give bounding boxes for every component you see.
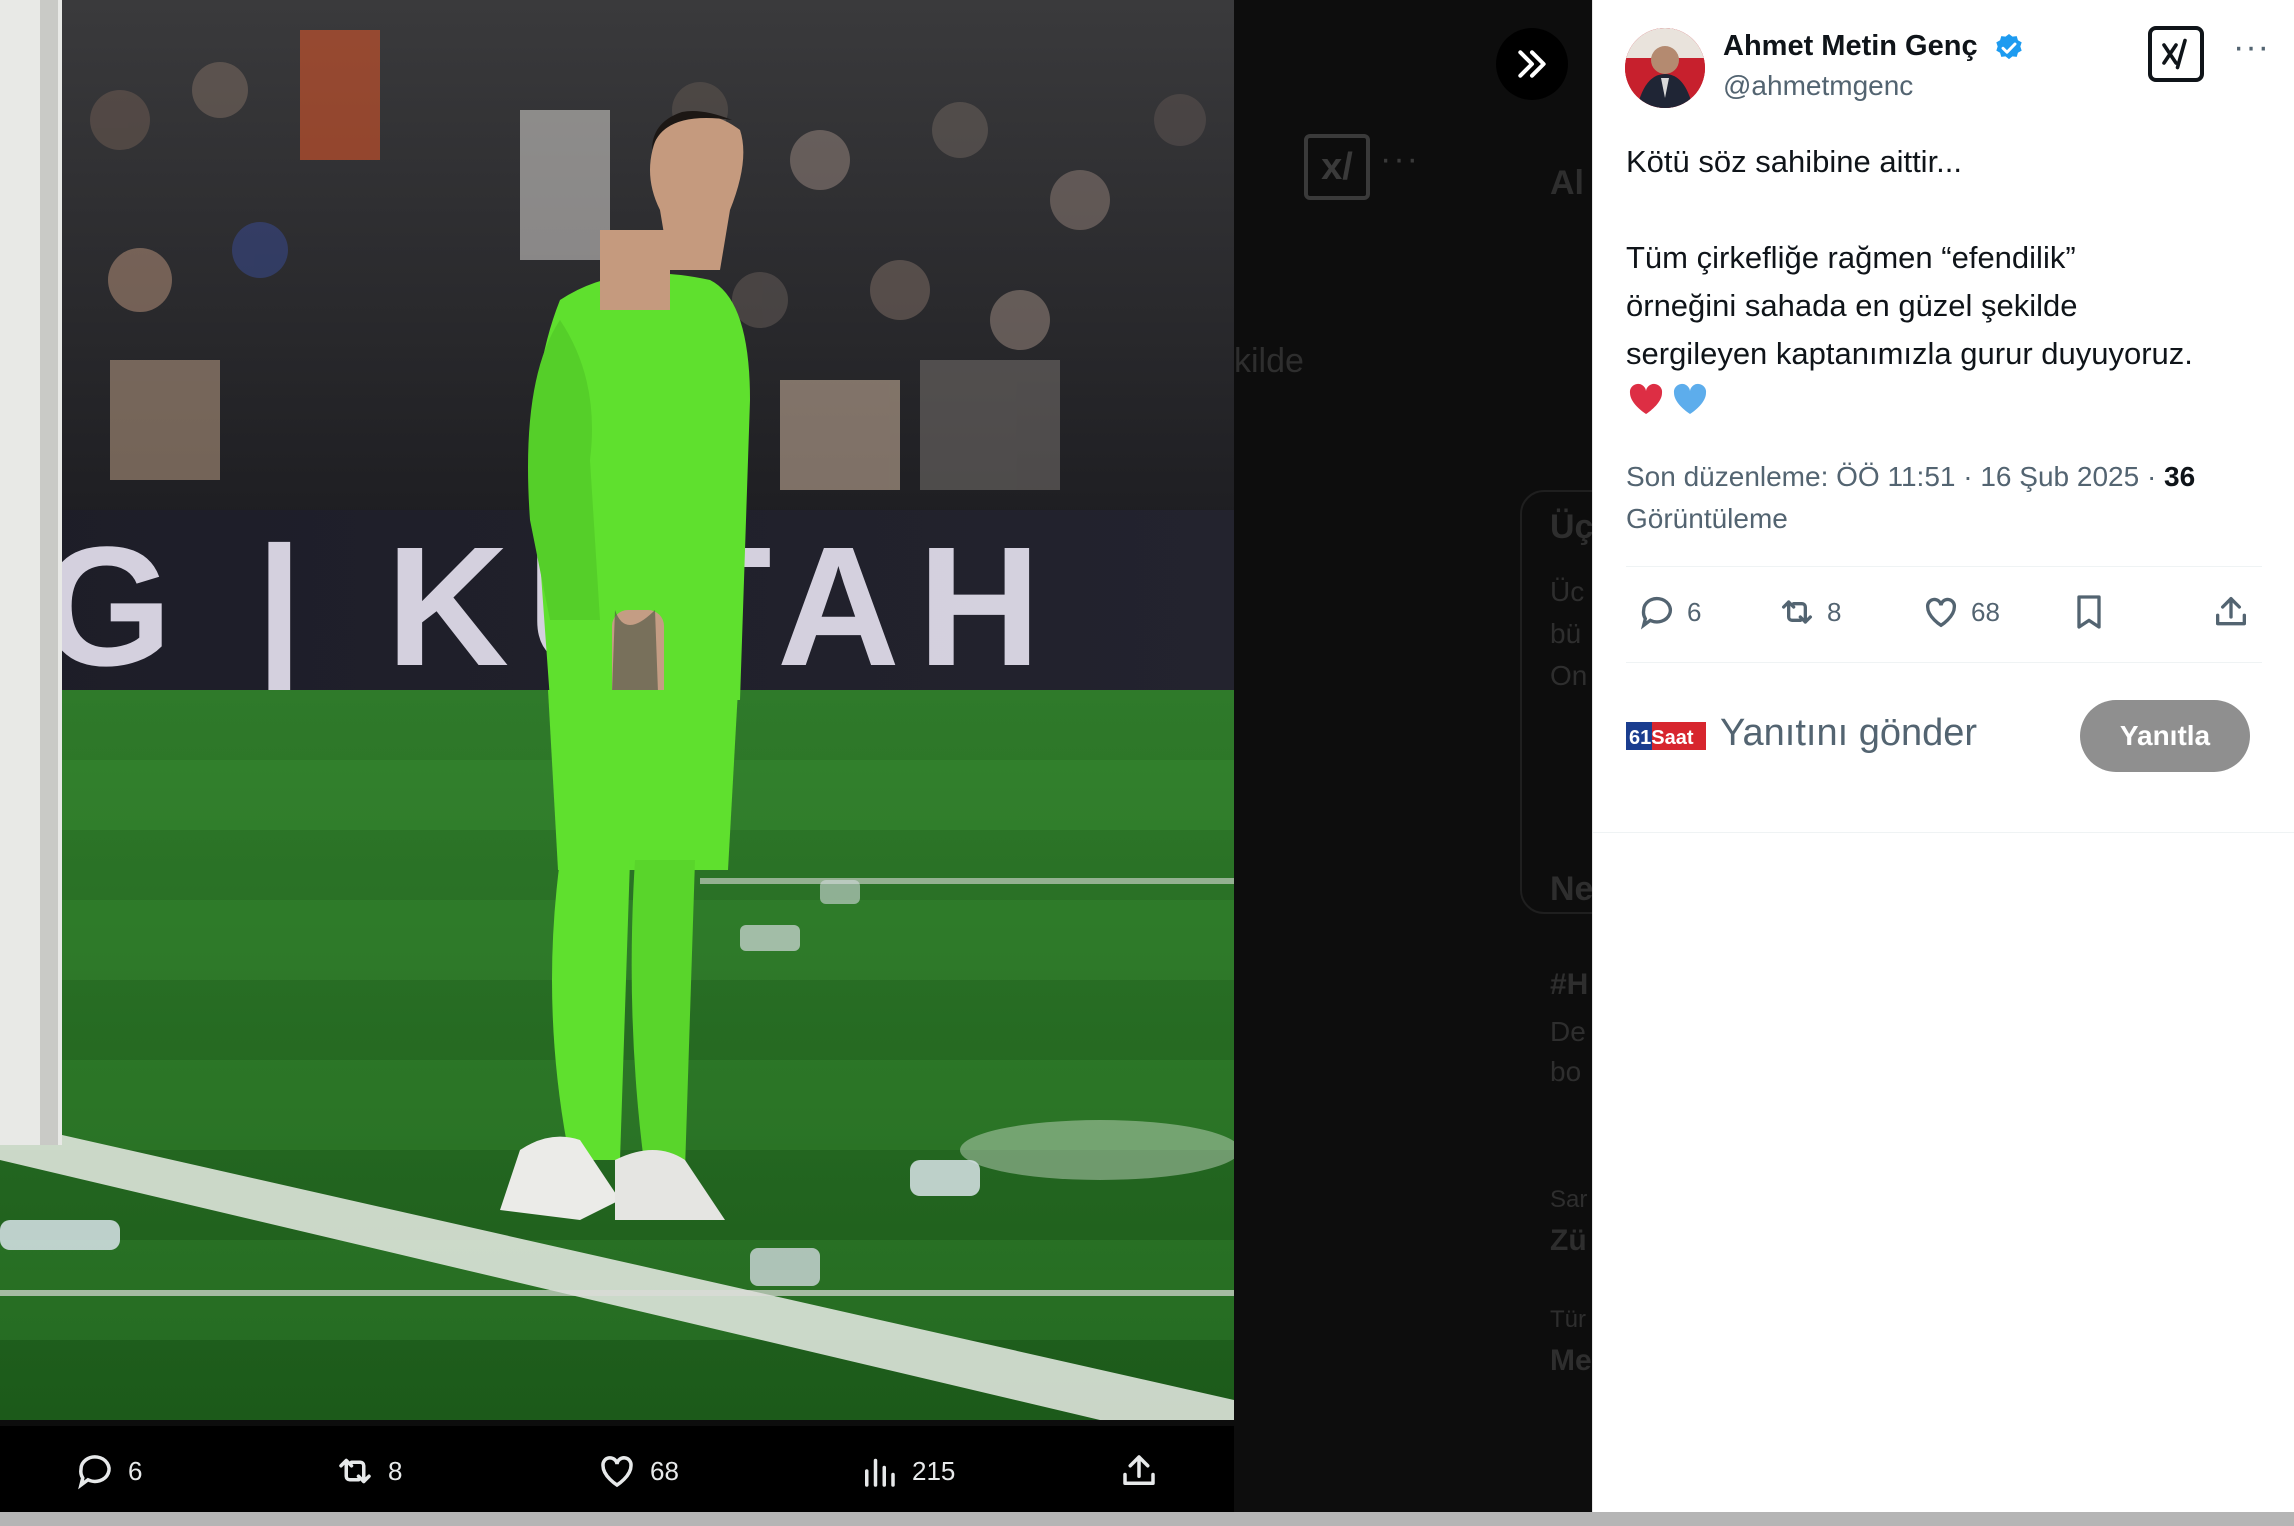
reply-button[interactable]: 6	[1637, 592, 1701, 632]
viewer-retweet-button[interactable]: 8	[334, 1450, 402, 1492]
author-handle[interactable]: @ahmetmgenc	[1723, 70, 1913, 102]
analytics-icon	[865, 1458, 895, 1487]
tweet-text-line: Kötü söz sahibine aittir...	[1626, 144, 1963, 179]
media-viewer: Al kilde Üç Üc bü On Ne #H De bo Sar Zü …	[0, 0, 1592, 1526]
like-count: 68	[1971, 596, 2000, 627]
ghost-text: #H	[1550, 968, 1589, 1001]
ghost-text: Ne	[1550, 870, 1592, 908]
ghost-text: Üc	[1550, 576, 1585, 607]
author-name[interactable]: Ahmet Metin Genç	[1723, 30, 1978, 63]
ghost-text: bü	[1550, 618, 1582, 649]
share-icon	[1123, 1455, 1155, 1485]
ghost-text: Sar	[1550, 1186, 1588, 1213]
tweet-text-line: Tüm çirkefliğe rağmen “efendilik”	[1626, 240, 2076, 275]
more-options-button[interactable]: ···	[2233, 28, 2270, 67]
ghost-text: Al	[1550, 164, 1584, 202]
divider	[1626, 566, 2262, 567]
tweet-meta: Son düzenleme: ÖÖ 11:51 · 16 Şub 2025 · …	[1626, 456, 2266, 540]
ghost-text: Me	[1550, 1344, 1592, 1377]
goalkeeper-photo: G | KUTAH	[0, 0, 1234, 1420]
retweet-icon	[1782, 600, 1812, 624]
double-chevron-right-icon	[1518, 50, 1546, 78]
tweet-panel: Ahmet Metin Genç @ahmetmgenc ··· Kötü sö…	[1592, 0, 2294, 1526]
grok-button[interactable]	[2148, 26, 2204, 82]
tweet-text: Kötü söz sahibine aittir... Tüm çirkefli…	[1626, 138, 2276, 378]
share-button[interactable]	[2211, 592, 2251, 632]
expand-button[interactable]	[1496, 28, 1568, 100]
reply-icon	[1640, 596, 1672, 630]
site-logo: 61Saat	[1626, 718, 1706, 754]
tweet-text-line: sergileyen kaptanımızla gurur duyuyoruz.	[1626, 336, 2193, 371]
ghost-text: On	[1550, 660, 1588, 691]
bookmark-button[interactable]	[2069, 592, 2109, 632]
like-button[interactable]: 68	[1921, 592, 2000, 632]
reply-input[interactable]: Yanıtını gönder	[1720, 712, 1977, 755]
reply-icon	[78, 1455, 111, 1490]
viewer-like-count: 68	[650, 1455, 679, 1486]
verified-badge-icon	[1996, 34, 2022, 60]
heart-icon	[601, 1456, 633, 1488]
retweet-icon	[339, 1458, 371, 1484]
viewer-like-button[interactable]: 68	[596, 1450, 679, 1492]
ghost-text: Zü	[1550, 1224, 1587, 1257]
bookmark-icon	[2077, 595, 2101, 629]
ghost-text: De	[1550, 1016, 1586, 1047]
ghost-grok-icon: x/	[1304, 134, 1370, 200]
window-bottom-edge	[0, 1512, 2294, 1526]
views-label: Görüntüleme	[1626, 503, 1788, 534]
ghost-text: Tür	[1550, 1306, 1586, 1333]
viewer-reply-button[interactable]: 6	[74, 1450, 142, 1492]
views-count: 36	[2164, 461, 2196, 492]
viewer-views-count: 215	[912, 1455, 956, 1486]
background-tweet-ghost: Al kilde Üç Üc bü On Ne #H De bo Sar Zü …	[1230, 110, 1592, 1526]
viewer-action-bar: 6 8 68 215	[0, 1426, 1234, 1526]
ghost-text: bo	[1550, 1056, 1582, 1087]
ghost-text: Üç	[1550, 508, 1592, 546]
divider	[1626, 662, 2262, 663]
ghost-text: kilde	[1234, 342, 1304, 380]
reply-composer: 61Saat Yanıtını gönder Yanıtla	[1626, 700, 2266, 772]
viewer-reply-count: 6	[128, 1455, 143, 1486]
grok-icon	[2162, 38, 2187, 70]
edit-timestamp[interactable]: Son düzenleme: ÖÖ 11:51 · 16 Şub 2025 ·	[1626, 461, 2164, 492]
reply-submit-button[interactable]: Yanıtla	[2080, 700, 2250, 772]
share-icon	[2216, 597, 2246, 626]
retweet-button[interactable]: 8	[1777, 592, 1841, 632]
viewer-share-button[interactable]	[1118, 1450, 1160, 1492]
viewer-retweet-count: 8	[388, 1455, 403, 1486]
divider	[1593, 832, 2294, 833]
viewer-views-button[interactable]: 215	[858, 1450, 955, 1492]
heart-icon	[1925, 597, 1957, 628]
avatar[interactable]	[1625, 28, 1705, 108]
ghost-more-icon: ···	[1380, 140, 1420, 178]
site-logo-text: 61Saat	[1629, 727, 1694, 749]
tweet-text-line: örneğini sahada en güzel şekilde	[1626, 288, 2078, 323]
reply-count: 6	[1687, 596, 1702, 627]
retweet-count: 8	[1827, 596, 1842, 627]
heart-emojis: ❤️💙	[1626, 378, 1714, 427]
ghost-card	[1520, 490, 1592, 914]
